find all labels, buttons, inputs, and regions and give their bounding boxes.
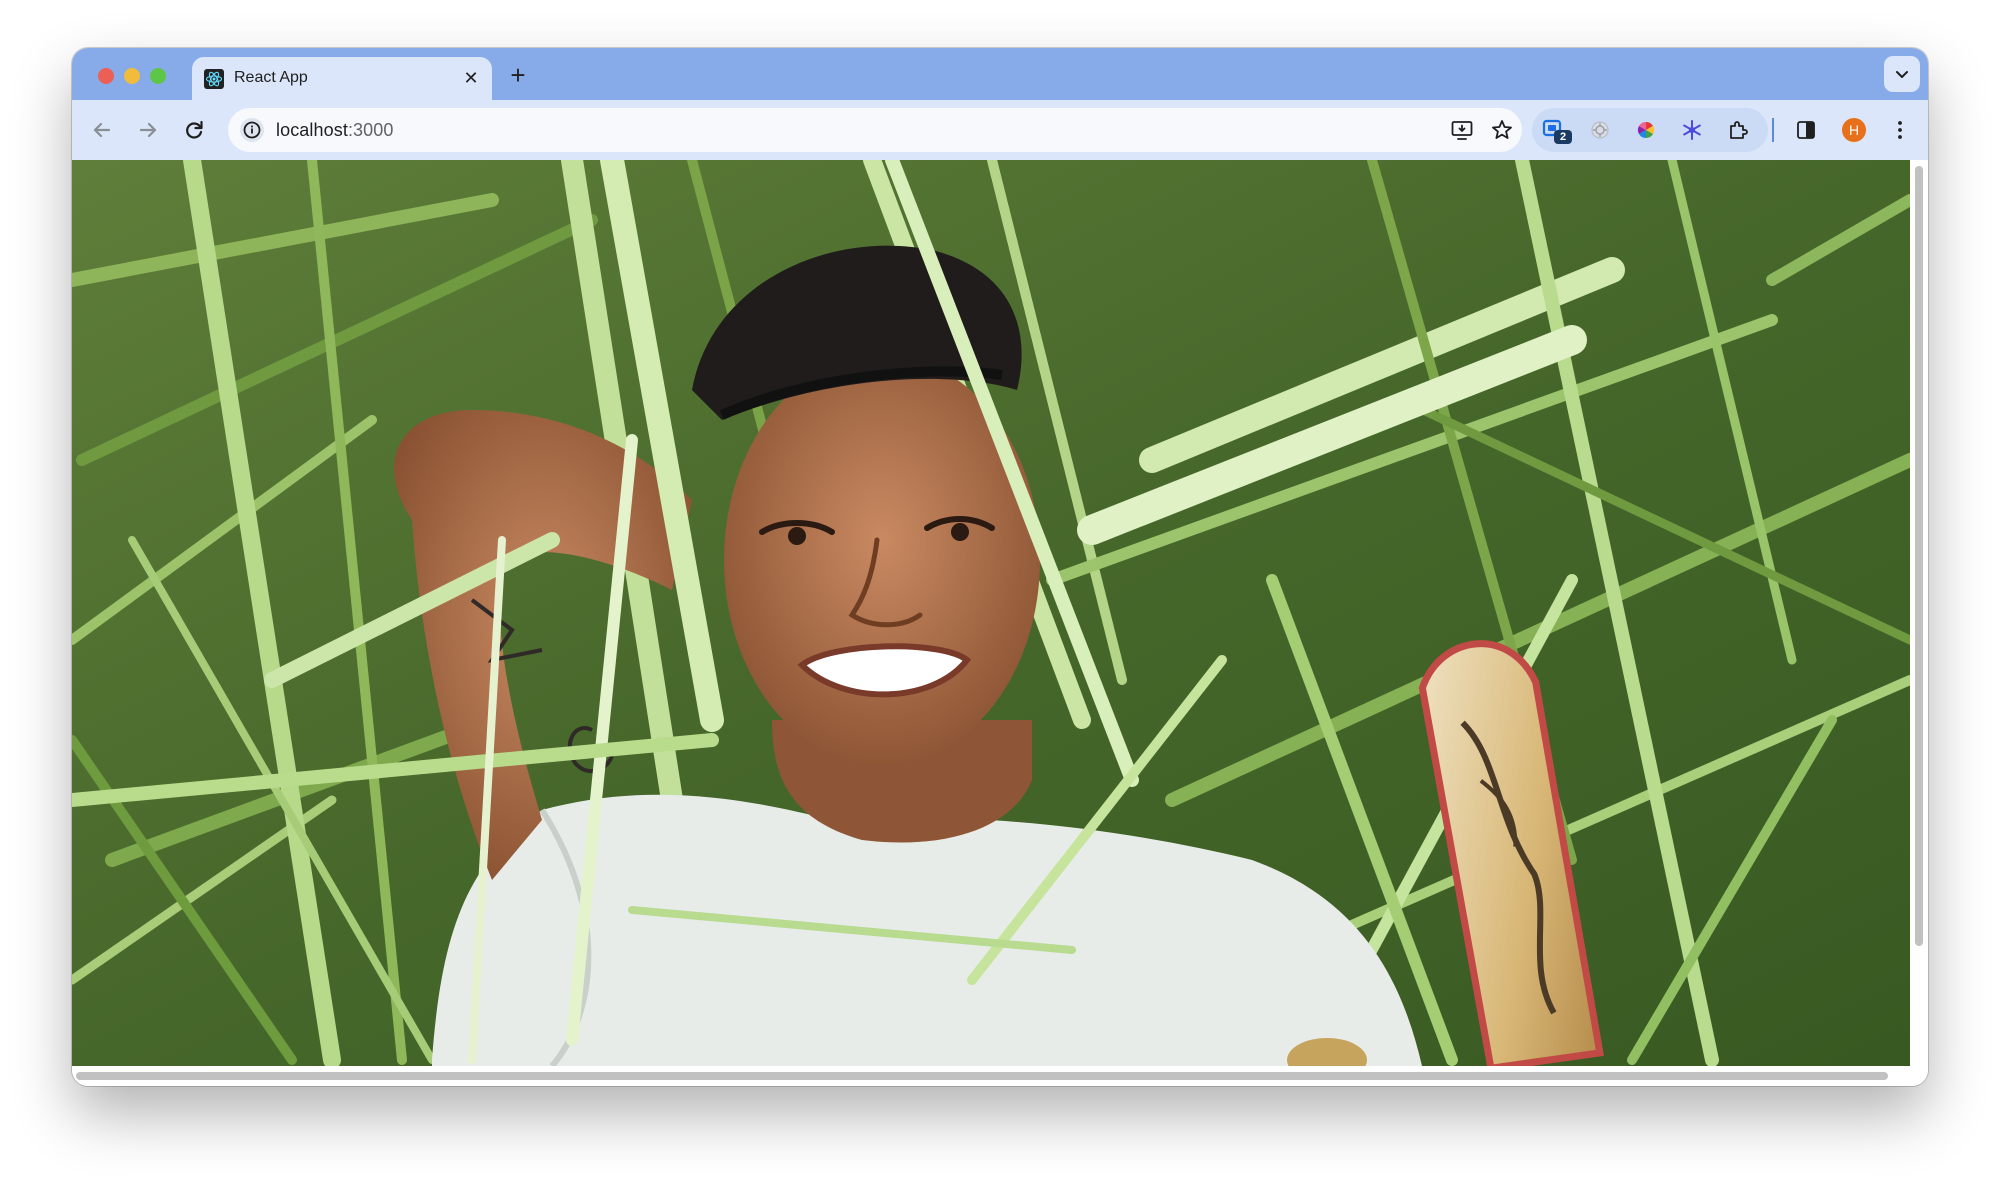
react-logo-icon bbox=[204, 69, 224, 89]
window-maximize-button[interactable] bbox=[150, 68, 166, 84]
chevron-down-icon bbox=[1896, 71, 1908, 78]
new-tab-button[interactable]: + bbox=[504, 61, 532, 89]
url-host: localhost bbox=[276, 120, 348, 140]
extension-badge: 2 bbox=[1554, 130, 1572, 144]
site-info-icon[interactable] bbox=[238, 116, 266, 144]
browser-toolbar: localhost:3000 2 H bbox=[72, 100, 1928, 160]
window-minimize-button[interactable] bbox=[124, 68, 140, 84]
toolbar-divider bbox=[1772, 118, 1774, 142]
profile-avatar[interactable]: H bbox=[1842, 118, 1866, 142]
side-panel-icon[interactable] bbox=[1794, 118, 1818, 142]
address-bar[interactable]: localhost:3000 bbox=[228, 108, 1522, 152]
url-text[interactable]: localhost:3000 bbox=[276, 120, 394, 141]
browser-window: React App ✕ + localhost:3000 2 H bbox=[72, 48, 1928, 1086]
vertical-scroll-thumb[interactable] bbox=[1915, 166, 1923, 946]
page-viewport bbox=[72, 160, 1910, 1066]
bookmark-star-icon[interactable] bbox=[1490, 118, 1514, 142]
tab-react-app[interactable]: React App ✕ bbox=[192, 57, 492, 100]
arrow-right-icon bbox=[139, 122, 157, 138]
puzzle-icon[interactable] bbox=[1726, 118, 1750, 142]
forward-button[interactable] bbox=[134, 116, 162, 144]
tab-close-icon[interactable]: ✕ bbox=[460, 67, 482, 89]
reload-button[interactable] bbox=[180, 116, 208, 144]
tab-title: React App bbox=[234, 69, 308, 86]
color-wheel-icon[interactable] bbox=[1634, 118, 1658, 142]
window-close-button[interactable] bbox=[98, 68, 114, 84]
hero-photo bbox=[72, 160, 1910, 1066]
sync-icon[interactable] bbox=[1588, 118, 1612, 142]
horizontal-scrollbar[interactable] bbox=[72, 1066, 1928, 1086]
tab-strip: React App ✕ + bbox=[72, 48, 1928, 100]
back-button[interactable] bbox=[88, 116, 116, 144]
more-vertical-icon[interactable] bbox=[1888, 118, 1912, 142]
extensions-group: 2 bbox=[1532, 108, 1768, 152]
tab-search-button[interactable] bbox=[1884, 56, 1920, 92]
horizontal-scroll-thumb[interactable] bbox=[76, 1072, 1888, 1080]
snowflake-icon[interactable] bbox=[1680, 118, 1704, 142]
reload-icon bbox=[186, 120, 203, 139]
vertical-scrollbar[interactable] bbox=[1910, 160, 1928, 1066]
install-app-icon[interactable] bbox=[1450, 118, 1474, 142]
url-port: :3000 bbox=[347, 120, 394, 140]
tab-manager-extension[interactable]: 2 bbox=[1542, 118, 1572, 144]
arrow-left-icon bbox=[93, 122, 111, 138]
